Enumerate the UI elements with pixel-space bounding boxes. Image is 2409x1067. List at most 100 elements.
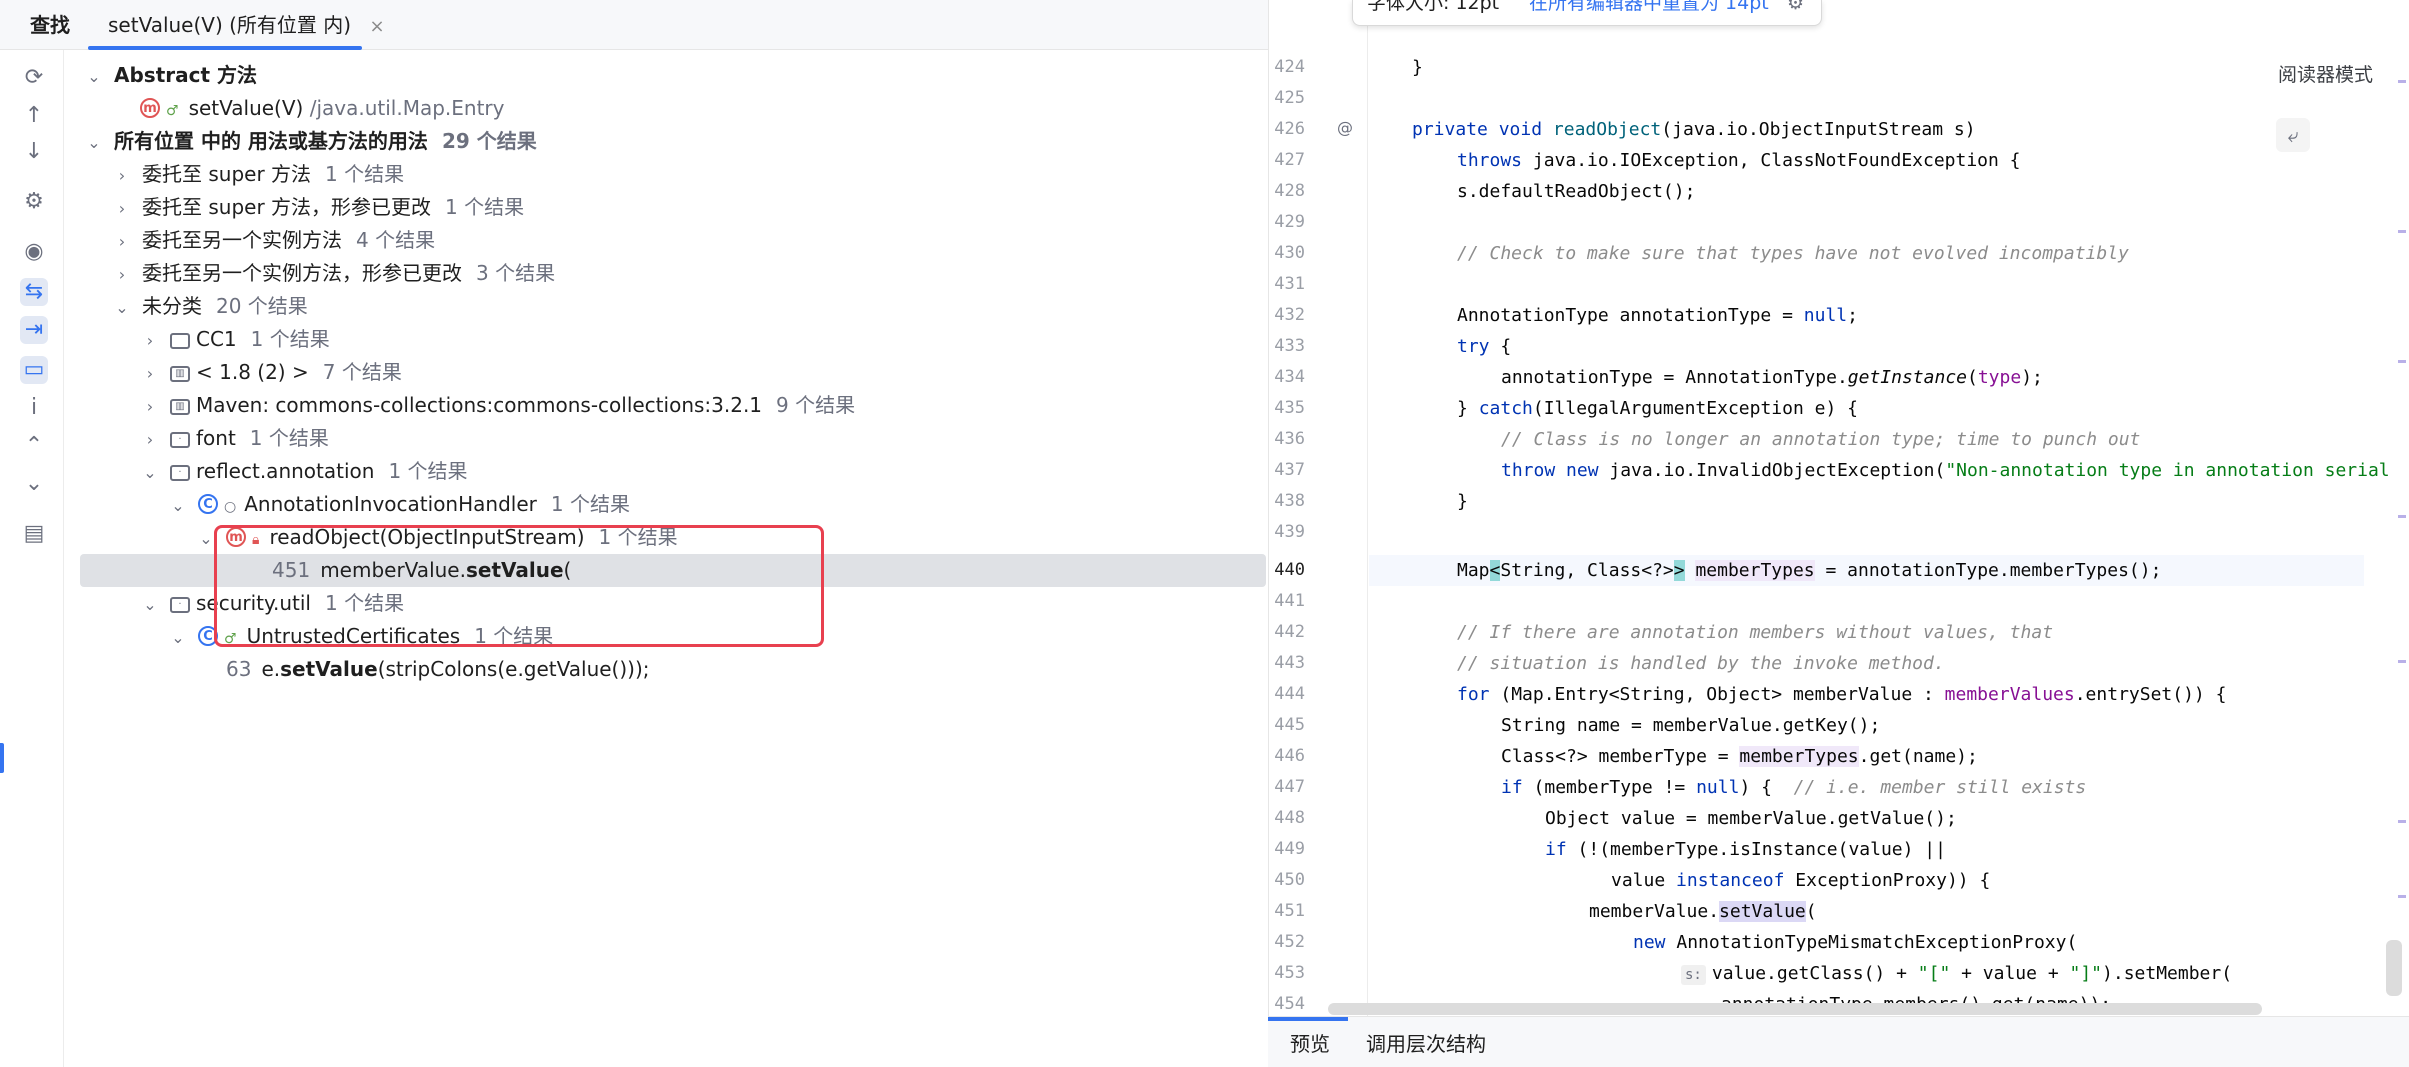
gear-icon[interactable]: ⚙ [20,188,48,216]
chevron-right-icon[interactable]: › [140,390,160,423]
reset-font-size-link[interactable]: 在所有编辑器中重置为 14pt [1529,0,1769,13]
info-icon[interactable]: i [20,394,48,422]
usage-write-icon[interactable]: ⇥ [20,316,48,344]
tree-node-super-delegate[interactable]: › 委托至 super 方法 1 个结果 [64,158,1268,191]
line-number: 430 [1274,243,1305,263]
tree-node-count: 1 个结果 [550,492,630,516]
usage-line-number: 63 [226,657,252,681]
soft-wrap-icon[interactable]: ⤶ [2276,118,2310,152]
folder-filter-icon[interactable]: ▭ [20,356,48,384]
arrow-up-icon[interactable]: ↑ [20,102,48,130]
find-tool-window: 查找 setValue(V) (所有位置 内) × ⟳ ↑ ↓ ⚙ ◉ ⇆ ⇥ … [0,0,2409,1067]
tree-node-maven[interactable]: › ▥ Maven: commons-collections:commons-col… [64,389,1268,422]
tree-node-cc1[interactable]: › CC1 1 个结果 [64,323,1268,356]
usage-marker[interactable] [2398,895,2406,898]
tree-node-font[interactable]: › · font 1 个结果 [64,422,1268,455]
usage-marker[interactable] [2398,230,2406,233]
preview-pane-icon[interactable]: ▤ [20,520,48,548]
line-number: 445 [1274,715,1305,735]
tree-node-usage-451[interactable]: 451 memberValue.setValue( [80,554,1266,587]
usage-marker[interactable] [2398,360,2406,363]
chevron-down-icon[interactable]: ⌄ [168,489,188,522]
eye-icon[interactable]: ◉ [20,238,48,266]
chevron-right-icon[interactable]: › [112,258,132,291]
line-number: 431 [1274,274,1305,294]
chevron-right-icon[interactable]: › [140,423,160,456]
chevron-down-icon[interactable]: ⌄ [140,456,160,489]
gear-icon[interactable]: ⚙ [1787,0,1804,13]
tree-node-all-usages[interactable]: ⌄ 所有位置 中的 用法或基方法的用法 29 个结果 [64,125,1268,158]
collapse-icon[interactable]: ⌄ [20,470,48,498]
line-number: 439 [1274,522,1305,542]
line-number: 442 [1274,622,1305,642]
chevron-down-icon[interactable]: ⌄ [168,621,188,654]
line-number: 444 [1274,684,1305,704]
chevron-down-icon[interactable]: ⌄ [140,588,160,621]
line-number: 441 [1274,591,1305,611]
line-number: 427 [1274,150,1305,170]
line-number: 449 [1274,839,1305,859]
code-line-438: } [1457,491,1468,512]
usage-code-pre: e. [261,657,281,681]
reader-mode-button[interactable]: 阅读器模式 [2278,60,2373,87]
chevron-down-icon[interactable]: ⌄ [112,291,132,324]
tree-node-count: 29 个结果 [441,129,537,153]
usage-read-icon[interactable]: ⇆ [20,278,48,306]
tree-node-super-delegate-changed[interactable]: › 委托至 super 方法，形参已更改 1 个结果 [64,191,1268,224]
tree-node-annotation-invocation-handler[interactable]: ⌄ C ○ AnnotationInvocationHandler 1 个结果 [64,488,1268,521]
usage-marker[interactable] [2398,820,2406,823]
chevron-right-icon[interactable]: › [140,357,160,390]
at-annotation-icon[interactable]: @ [1335,118,1355,138]
library-icon: ▥ [170,398,190,415]
code-preview-editor[interactable]: 424 425 426 427 428 429 430 431 432 433 … [1268,0,2409,1067]
chevron-down-icon[interactable]: ⌄ [196,522,216,555]
tree-node-read-object[interactable]: ⌄ m 🔒︎ readObject(ObjectInputStream) 1 个结果 [64,521,1268,554]
tree-node-count: 1 个结果 [445,195,525,219]
tree-node-usage-63[interactable]: 63 e.setValue(stripColons(e.getValue())); [64,653,1268,686]
package-icon: · [170,464,190,481]
tree-node-untrusted-certificates[interactable]: ⌄ C ♂ UntrustedCertificates 1 个结果 [64,620,1268,653]
tree-node-jdk18[interactable]: › ▥ < 1.8 (2) > 7 个结果 [64,356,1268,389]
tree-node-count: 4 个结果 [356,228,436,252]
tree-node-security-util[interactable]: ⌄ · security.util 1 个结果 [64,587,1268,620]
usage-marker[interactable] [2398,515,2406,518]
expand-icon[interactable]: ⌃ [20,432,48,460]
refresh-icon[interactable]: ⟳ [20,64,48,92]
code-line-436: // Class is no longer an annotation type… [1501,429,2141,450]
chevron-right-icon[interactable]: › [140,324,160,357]
class-icon: C [198,493,218,514]
tree-node-reflect-annotation[interactable]: ⌄ · reflect.annotation 1 个结果 [64,455,1268,488]
chevron-down-icon[interactable]: ⌄ [84,60,104,93]
chevron-right-icon[interactable]: › [112,225,132,258]
code-line-453: s: value.getClass() + "[" + value + "]").… [1681,958,2232,989]
tree-node-uncategorized[interactable]: ⌄ 未分类 20 个结果 [64,290,1268,323]
tree-node-abstract-method[interactable]: m ♂ setValue(V) /java.util.Map.Entry [64,92,1268,125]
horizontal-scrollbar[interactable] [1328,1003,2262,1015]
tree-node-other-instance[interactable]: › 委托至另一个实例方法 4 个结果 [64,224,1268,257]
usage-marker[interactable] [2398,660,2406,663]
tab-setvalue-label: setValue(V) (所有位置 内) [108,13,352,37]
tree-node-abstract[interactable]: ⌄ Abstract 方法 [64,59,1268,92]
tree-node-label: 委托至 super 方法 [142,162,312,186]
close-icon[interactable]: × [369,16,384,37]
code-line-427: throws java.io.IOException, ClassNotFoun… [1457,150,2021,171]
tree-node-label: CC1 [196,327,237,351]
usage-marker[interactable] [2398,80,2406,83]
tree-node-other-instance-changed[interactable]: › 委托至另一个实例方法，形参已更改 3 个结果 [64,257,1268,290]
tab-find[interactable]: 查找 [30,0,70,50]
tree-node-label: 委托至另一个实例方法 [142,228,342,252]
chevron-right-icon[interactable]: › [112,192,132,225]
chevron-right-icon[interactable]: › [112,159,132,192]
chevron-down-icon[interactable]: ⌄ [84,126,104,159]
package-icon: · [170,596,190,613]
arrow-down-icon[interactable]: ↓ [20,138,48,166]
tree-node-count: 20 个结果 [216,294,308,318]
vertical-scrollbar[interactable] [2386,940,2402,996]
tab-call-hierarchy[interactable]: 调用层次结构 [1366,1017,1486,1067]
tab-setvalue-usages[interactable]: setValue(V) (所有位置 内) × [108,0,385,50]
tab-preview[interactable]: 预览 [1290,1017,1330,1067]
folder-icon [170,332,190,349]
line-number: 429 [1274,212,1305,232]
code-line-437: throw new java.io.InvalidObjectException… [1501,460,2390,481]
font-size-label: 字体大小: 12pt [1367,0,1500,14]
